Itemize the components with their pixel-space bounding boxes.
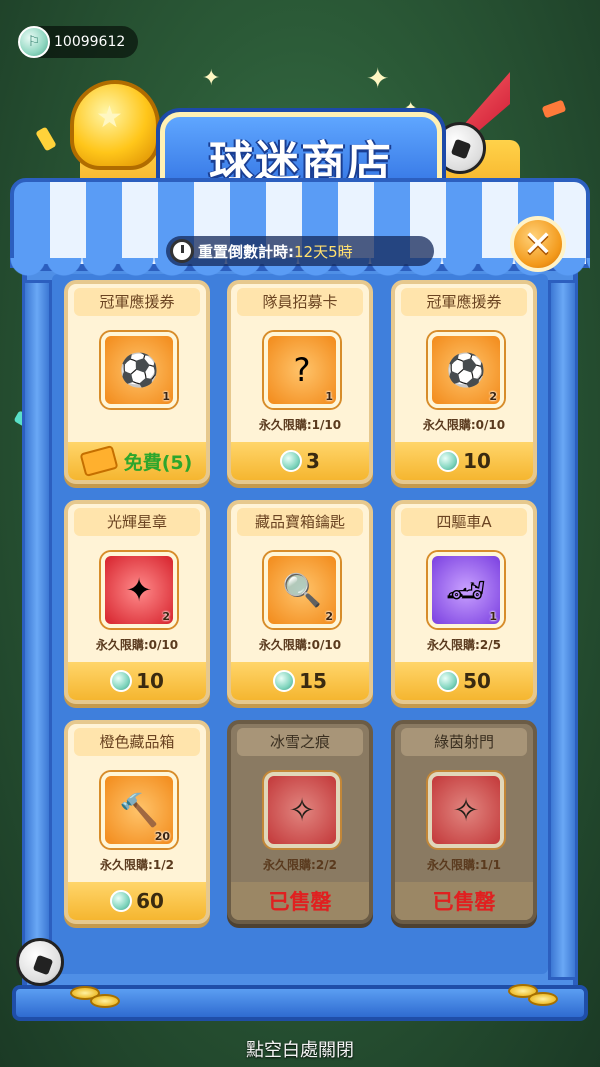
item-name: 綠茵射門 (401, 728, 527, 756)
price-value: 60 (136, 889, 164, 913)
star-badge-icon: ✦ 2 (101, 552, 177, 628)
timer-label: 重置倒數計時: (198, 242, 294, 261)
purchase-limit: 永久限購:0/10 (258, 638, 342, 652)
confetti-decoration (541, 99, 567, 119)
gem-coin-icon (110, 890, 133, 912)
left-pillar (22, 280, 52, 980)
buy-button[interactable]: 10 (68, 662, 206, 700)
sold-out-label: 已售罄 (395, 882, 533, 920)
price-value: 已售罄 (268, 890, 332, 914)
item-count: 20 (154, 830, 170, 843)
magnifier-key-icon: 🔍 2 (264, 552, 340, 628)
item-count: 1 (489, 610, 497, 623)
item-name: 光輝星章 (74, 508, 200, 536)
item-name: 冠軍應援券 (74, 288, 200, 316)
item-count: 2 (489, 390, 497, 403)
purchase-limit: 永久限購:1/10 (258, 418, 342, 432)
buy-button[interactable]: 免費(5) (68, 442, 206, 480)
item-count: 2 (325, 610, 333, 623)
buy-button[interactable]: 60 (68, 882, 206, 920)
sparkle-icon: ✦ (202, 66, 221, 91)
purchase-limit: 永久限購:1/1 (427, 858, 501, 872)
gem-coin-icon (280, 450, 303, 472)
purchase-limit: 永久限購:2/2 (263, 858, 337, 872)
purchase-limit: 永久限購:0/10 (422, 418, 506, 432)
item-name: 隊員招募卡 (237, 288, 363, 316)
item-glyph: ✧ (288, 791, 316, 829)
clock-icon (170, 239, 194, 263)
item-name: 藏品寶箱鑰匙 (237, 508, 363, 536)
shop-item-card[interactable]: 隊員招募卡 ? 1 永久限購:1/10 3 (227, 280, 373, 484)
price-value: 免費(5) (123, 451, 193, 474)
gem-coin-icon: ⚐ (18, 26, 50, 58)
purchase-limit: 永久限購:2/5 (427, 638, 501, 652)
price-value: 50 (463, 669, 491, 693)
ticket-card-icon: ⚽ 2 (428, 332, 504, 408)
shop-item-card[interactable]: 冠軍應援券 ⚽ 2 永久限購:0/10 10 (391, 280, 537, 484)
timer-value: 12天5時 (294, 242, 353, 261)
sold-out-label: 已售罄 (231, 882, 369, 920)
sparkle-icon: ✦ (366, 62, 390, 95)
gem-coin-icon (437, 450, 460, 472)
item-name: 橙色藏品箱 (74, 728, 200, 756)
reset-timer: 重置倒數計時: 12天5時 (166, 236, 434, 266)
item-name: 冰雪之痕 (237, 728, 363, 756)
buy-button[interactable]: 3 (231, 442, 369, 480)
item-count: 1 (325, 390, 333, 403)
buy-button[interactable]: 10 (395, 442, 533, 480)
ice-gun-icon: ✧ (264, 772, 340, 848)
purchase-limit: 永久限購:0/10 (95, 638, 179, 652)
shop-item-card[interactable]: 藏品寶箱鑰匙 🔍 2 永久限購:0/10 15 (227, 500, 373, 704)
green-gun-icon: ✧ (428, 772, 504, 848)
price-value: 15 (299, 669, 327, 693)
price-value: 10 (136, 669, 164, 693)
shop-item-card[interactable]: 光輝星章 ✦ 2 永久限購:0/10 10 (64, 500, 210, 704)
recruit-card-icon: ? 1 (264, 332, 340, 408)
price-value: 3 (306, 449, 320, 473)
buy-button[interactable]: 50 (395, 662, 533, 700)
right-pillar (548, 280, 578, 980)
shop-item-card[interactable]: 綠茵射門 ✧ 永久限購:1/1 已售罄 (391, 720, 537, 924)
coin-pile-icon (90, 994, 120, 1008)
close-hint[interactable]: 點空白處關閉 (0, 1036, 600, 1062)
item-count: 1 (162, 390, 170, 403)
price-value: 已售罄 (432, 890, 496, 914)
ticket-card-icon: ⚽ 1 (101, 332, 177, 408)
currency-display: ⚐ 10099612 (18, 26, 138, 58)
gem-coin-icon (437, 670, 460, 692)
shop-item-card[interactable]: 橙色藏品箱 🔨 20 永久限購:1/2 60 (64, 720, 210, 924)
close-icon: ✕ (522, 223, 554, 265)
confetti-decoration (35, 126, 57, 152)
item-name: 冠軍應援券 (401, 288, 527, 316)
currency-amount: 10099612 (54, 34, 126, 50)
price-value: 10 (463, 449, 491, 473)
item-glyph: ✧ (452, 791, 480, 829)
soccer-ball-icon (16, 938, 64, 986)
shop-item-card[interactable]: 冰雪之痕 ✧ 永久限購:2/2 已售罄 (227, 720, 373, 924)
star-icon: ★ (96, 100, 123, 135)
shop-item-card[interactable]: 冠軍應援券 ⚽ 1 免費(5) (64, 280, 210, 484)
purchase-limit: 永久限購:1/2 (100, 858, 174, 872)
buy-button[interactable]: 15 (231, 662, 369, 700)
item-name: 四驅車A (401, 508, 527, 536)
collection-box-icon: 🔨 20 (101, 772, 177, 848)
race-car-icon: 🏎 1 (428, 552, 504, 628)
close-button[interactable]: ✕ (510, 216, 566, 272)
item-count: 2 (162, 610, 170, 623)
shop-item-card[interactable]: 四驅車A 🏎 1 永久限購:2/5 50 (391, 500, 537, 704)
coin-pile-icon (528, 992, 558, 1006)
gem-coin-icon (110, 670, 133, 692)
gem-coin-icon (273, 670, 296, 692)
ticket-icon (79, 445, 119, 477)
